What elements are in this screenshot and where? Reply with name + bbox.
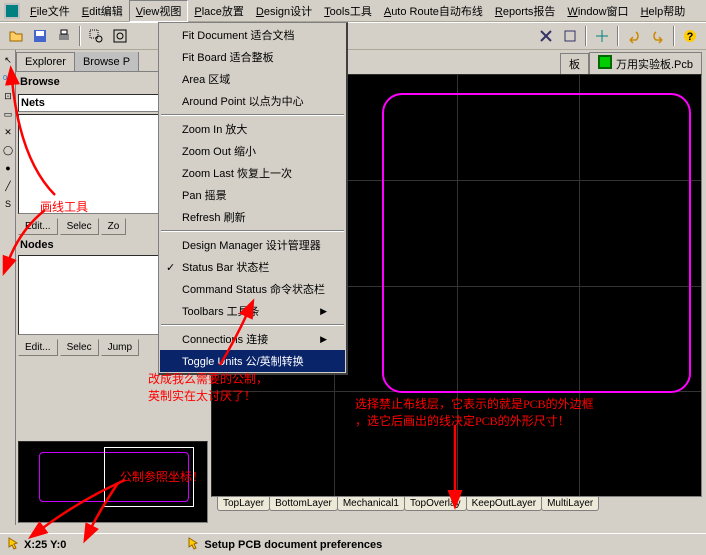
minimap[interactable] [18,441,208,523]
origin-tool-icon[interactable]: 0,0 [1,70,15,86]
menu-toolbars[interactable]: Toolbars 工具条▶ [160,300,345,322]
open-icon[interactable] [5,25,27,47]
via-tool-icon[interactable]: ● [1,160,15,176]
submenu-arrow-icon: ▶ [320,334,327,345]
menu-window[interactable]: Window窗口 [561,1,634,21]
zoom-fit-icon[interactable] [109,25,131,47]
layer-tabs: TopLayer BottomLayer Mechanical1 TopOver… [211,497,702,515]
layer-tab-topoverlay[interactable]: TopOverlay [404,497,467,511]
menu-view[interactable]: View视图 [129,0,189,22]
side-toolbar: ↖ 0,0 ⊡ ▭ ✕ ◯ ● ╱ S [0,50,16,525]
doc-tab-1[interactable]: 板 [560,53,589,74]
menu-edit[interactable]: Edit编辑 [76,1,129,21]
layer-tab-top[interactable]: TopLayer [217,497,270,511]
menu-help[interactable]: Help帮助 [635,1,692,21]
tool-icon-2[interactable] [559,25,581,47]
help-icon[interactable]: ? [679,25,701,47]
undo-icon[interactable] [623,25,645,47]
component-tool-icon[interactable]: ▭ [1,106,15,122]
menu-place[interactable]: Place放置 [188,1,250,21]
layer-tab-bottom[interactable]: BottomLayer [269,497,338,511]
menu-refresh[interactable]: Refresh 刷新 [160,206,345,228]
menu-tools[interactable]: Tools工具 [318,1,378,21]
menu-around-point[interactable]: Around Point 以点为中心 [160,90,345,112]
toolbar: ? [0,22,706,50]
menu-design[interactable]: Design设计 [250,1,318,21]
redo-icon[interactable] [647,25,669,47]
menubar: File文件 Edit编辑 View视图 Place放置 Design设计 To… [0,0,706,22]
status-hint: Setup PCB document preferences [204,539,382,551]
svg-text:?: ? [687,31,694,43]
layer-tab-keepout[interactable]: KeepOutLayer [466,497,543,511]
pcb-outline [382,93,691,393]
zoom-window-tool-icon[interactable]: ⊡ [1,88,15,104]
menu-status-bar[interactable]: ✓Status Bar 状态栏 [160,256,345,278]
menu-toggle-units[interactable]: Toggle Units 公/英制转换 [160,350,345,372]
menu-pan[interactable]: Pan 摇景 [160,184,345,206]
tool-icon-1[interactable] [535,25,557,47]
status-coords: X:25 Y:0 [24,539,66,551]
pcb-file-icon [598,55,612,72]
nodes-select-button[interactable]: Selec [60,339,99,356]
layer-tab-multi[interactable]: MultiLayer [541,497,599,511]
menu-zoom-out[interactable]: Zoom Out 缩小 [160,140,345,162]
menu-connections[interactable]: Connections 连接▶ [160,328,345,350]
check-icon: ✓ [166,261,175,274]
zoom-area-icon[interactable] [85,25,107,47]
pad-tool-icon[interactable]: ◯ [1,142,15,158]
pointer-icon [6,536,20,553]
nodes-edit-button[interactable]: Edit... [18,339,58,356]
tab-explorer[interactable]: Explorer [16,52,75,71]
nets-zoom-button[interactable]: Zo [101,218,127,235]
arrow-tool-icon[interactable]: ↖ [1,52,15,68]
statusbar: X:25 Y:0 Setup PCB document preferences [0,533,706,555]
menu-autoroute[interactable]: Auto Route自动布线 [378,1,489,21]
menu-command-status[interactable]: Command Status 命令状态栏 [160,278,345,300]
line-tool-icon[interactable]: ╱ [1,178,15,194]
s-tool-icon[interactable]: S [1,196,15,212]
nets-select-button[interactable]: Selec [60,218,99,235]
menu-fit-document[interactable]: Fit Document 适合文档 [160,24,345,46]
doc-tab-2[interactable]: 万用实验板.Pcb [589,52,702,74]
nodes-jump-button[interactable]: Jump [101,339,139,356]
app-icon [4,3,20,19]
layer-tab-mechanical[interactable]: Mechanical1 [337,497,405,511]
print-icon[interactable] [53,25,75,47]
menu-design-manager[interactable]: Design Manager 设计管理器 [160,234,345,256]
tab-browse[interactable]: Browse P [74,52,139,71]
menu-zoom-last[interactable]: Zoom Last 恢复上一次 [160,162,345,184]
pointer-icon [186,536,200,553]
menu-reports[interactable]: Reports报告 [489,1,562,21]
nets-edit-button[interactable]: Edit... [18,218,58,235]
cross-icon[interactable] [591,25,613,47]
cross-tool-icon[interactable]: ✕ [1,124,15,140]
view-dropdown: Fit Document 适合文档 Fit Board 适合整板 Area 区域… [158,22,348,375]
save-icon[interactable] [29,25,51,47]
menu-area[interactable]: Area 区域 [160,68,345,90]
menu-fit-board[interactable]: Fit Board 适合整板 [160,46,345,68]
submenu-arrow-icon: ▶ [320,306,327,317]
menu-zoom-in[interactable]: Zoom In 放大 [160,118,345,140]
menu-file[interactable]: File文件 [24,1,76,21]
